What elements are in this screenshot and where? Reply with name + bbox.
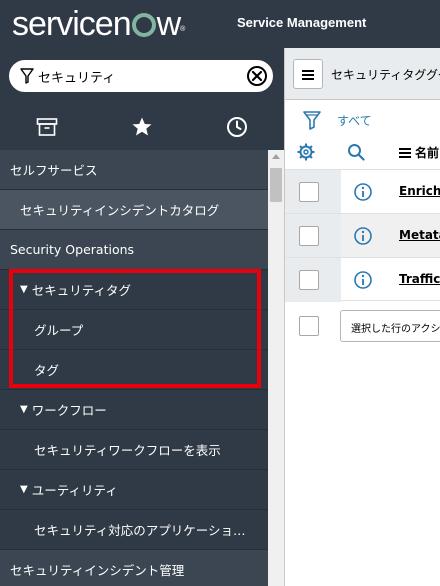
row-checkbox[interactable] <box>299 270 319 290</box>
nav-section-self-service[interactable]: セルフサービス <box>0 150 268 190</box>
info-icon[interactable] <box>353 226 373 246</box>
scroll-up-arrow-icon[interactable] <box>272 154 280 159</box>
nav-section-security-incident-management[interactable]: セキュリティインシデント管理 <box>0 550 268 586</box>
nav-item-label: セキュリティタグ <box>31 283 131 298</box>
nav-item-view-security-workflows[interactable]: セキュリティワークフローを表示 <box>0 430 268 470</box>
gear-icon[interactable] <box>297 143 315 161</box>
table-row[interactable]: Enrichme <box>285 169 440 214</box>
row-checkbox[interactable] <box>299 226 319 246</box>
nav-group-security-tags[interactable]: ▼ セキュリティタグ <box>0 270 268 310</box>
servicenow-logo[interactable]: servicen w® <box>12 4 185 44</box>
clock-icon <box>227 117 247 137</box>
nav-item-security-app-registry[interactable]: セキュリティ対応のアプリケーションレ… <box>0 510 268 550</box>
nav-item-label: ユーティリティ <box>31 483 118 498</box>
funnel-icon[interactable] <box>303 110 321 130</box>
nav-item-label: セキュリティ対応のアプリケーションレ… <box>34 523 252 538</box>
nav-item-label: ワークフロー <box>31 403 107 418</box>
actions-on-selected-rows-select[interactable]: 選択した行のアクション <box>340 310 440 342</box>
filter-breadcrumb-all[interactable]: すべて <box>337 112 372 129</box>
column-header-label: 名前 <box>415 146 440 160</box>
list-header-bar: セキュリティタグググル <box>285 48 440 100</box>
scrollbar-thumb[interactable] <box>270 168 282 202</box>
top-header: servicen w® Service Management <box>0 0 440 48</box>
row-name-link[interactable]: Metatag <box>399 228 440 242</box>
nav-group-workflow[interactable]: ▼ ワークフロー <box>0 390 268 430</box>
search-icon[interactable] <box>347 143 365 161</box>
info-icon[interactable] <box>353 270 373 290</box>
caret-down-icon: ▼ <box>20 404 28 415</box>
application-navigator: セルフサービス セキュリティインシデントカタログ Security Operat… <box>0 48 284 586</box>
nav-item-groups[interactable]: グループ <box>0 310 268 350</box>
nav-menu-list: セルフサービス セキュリティインシデントカタログ Security Operat… <box>0 150 268 586</box>
nav-filter-box[interactable] <box>9 60 273 92</box>
nav-item-label: セキュリティワークフローを表示 <box>34 443 221 458</box>
nav-section-security-operations[interactable]: Security Operations <box>0 230 268 270</box>
row-name-link[interactable]: Traffic L <box>399 272 440 286</box>
table-row[interactable]: Traffic L <box>285 257 440 302</box>
tab-all-apps[interactable] <box>0 106 94 148</box>
nav-item-label: グループ <box>34 323 84 338</box>
nav-item-label: Security Operations <box>10 242 135 257</box>
list-menu-button[interactable] <box>293 59 323 89</box>
row-checkbox[interactable] <box>299 182 319 202</box>
nav-item-security-incident-catalog[interactable]: セキュリティインシデントカタログ <box>0 190 268 230</box>
nav-item-label: セルフサービス <box>10 163 98 178</box>
header-title: Service Management <box>237 15 367 30</box>
row-name-link[interactable]: Enrichme <box>399 184 440 198</box>
caret-down-icon: ▼ <box>20 484 28 495</box>
column-menu-icon <box>399 147 411 158</box>
star-icon <box>132 117 152 136</box>
column-header-name[interactable]: 名前 <box>399 144 439 161</box>
tab-favorites[interactable] <box>95 106 189 148</box>
archive-box-icon <box>36 118 58 136</box>
table-row[interactable]: Metatag <box>285 213 440 258</box>
info-icon[interactable] <box>353 182 373 202</box>
funnel-icon <box>20 68 34 84</box>
content-frame: セキュリティタグググル すべて 名前 Enrichme <box>284 48 440 586</box>
nav-item-tags[interactable]: タグ <box>0 350 268 390</box>
caret-down-icon: ▼ <box>20 284 28 295</box>
clear-circle-x-icon[interactable] <box>246 65 268 87</box>
nav-tab-bar <box>0 106 284 148</box>
nav-scrollbar[interactable] <box>268 150 284 586</box>
nav-item-label: セキュリティインシデントカタログ <box>20 203 220 218</box>
select-all-checkbox[interactable] <box>299 316 319 336</box>
nav-item-label: タグ <box>34 363 60 378</box>
nav-group-utilities[interactable]: ▼ ユーティリティ <box>0 470 268 510</box>
tab-history[interactable] <box>190 106 284 148</box>
list-title: セキュリティタグググル <box>331 68 440 82</box>
nav-item-label: セキュリティインシデント管理 <box>10 563 185 578</box>
nav-filter-input[interactable] <box>38 66 238 86</box>
